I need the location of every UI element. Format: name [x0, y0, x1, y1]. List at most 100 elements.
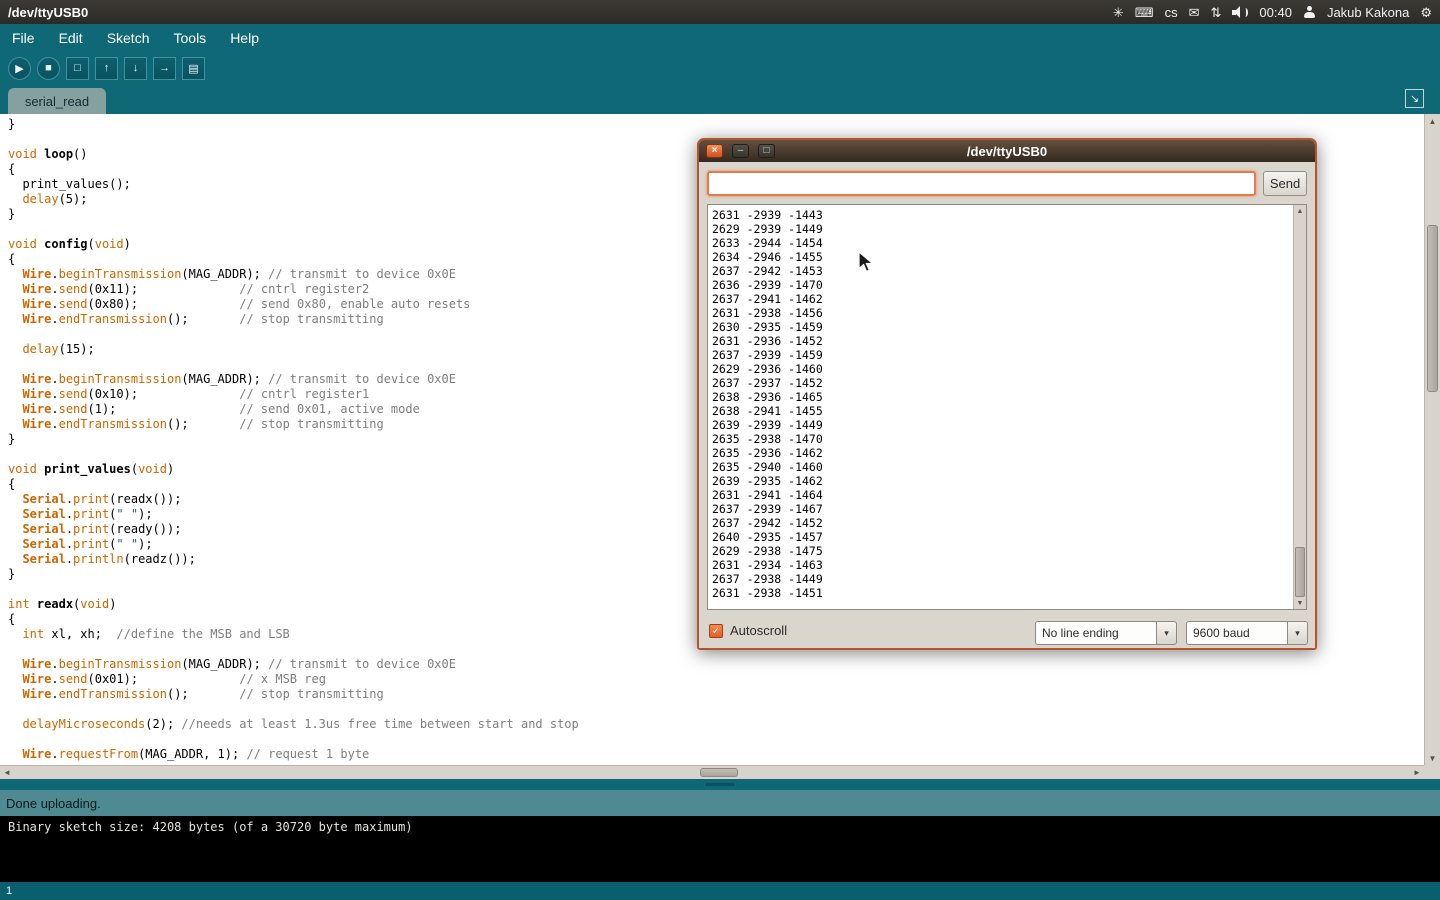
serial-monitor-window: /dev/ttyUSB0 × – □ Send 2631 -2939 -1443…	[697, 138, 1317, 650]
menu-item-sketch[interactable]: Sketch	[107, 30, 150, 46]
scrollbar-corner	[1424, 765, 1440, 779]
serial-output-line: 2637 -2942 -1453	[712, 264, 1306, 278]
autoscroll-checkbox[interactable]: ✓	[709, 624, 723, 638]
volume-icon[interactable]	[1232, 6, 1248, 19]
editor-vertical-scrollbar[interactable]: ▲ ▼	[1424, 114, 1440, 765]
menu-item-edit[interactable]: Edit	[59, 30, 83, 46]
serial-output-scrollbar[interactable]: ▲ ▼	[1293, 205, 1306, 609]
check-icon: ✓	[712, 626, 720, 637]
line-ending-value: No line ending	[1035, 621, 1156, 645]
code-line	[8, 732, 1424, 747]
code-line: }	[8, 117, 1424, 132]
line-number-bar: 1	[0, 882, 1440, 900]
clock[interactable]: 00:40	[1259, 6, 1292, 19]
save-sketch-button[interactable]: ↓	[124, 57, 147, 80]
serial-output-line: 2631 -2941 -1464	[712, 488, 1306, 502]
bluetooth-icon[interactable]: ✳	[1113, 6, 1124, 19]
close-button[interactable]: ×	[706, 144, 723, 158]
volume-icon-wave	[1243, 8, 1248, 17]
serial-output-line: 2640 -2935 -1457	[712, 530, 1306, 544]
serial-monitor-titlebar[interactable]: /dev/ttyUSB0 × – □	[699, 140, 1315, 162]
tab-menu-button[interactable]: ↘	[1405, 89, 1424, 108]
line-ending-select[interactable]: No line ending ▾	[1035, 621, 1177, 645]
splitter-handle[interactable]	[705, 783, 735, 786]
panel-indicators: ✳ ⌨ cs ✉ ⇅ 00:40 Jakub Kakona ⚙	[1113, 6, 1440, 19]
status-text: Done uploading.	[6, 796, 101, 811]
serial-output-line: 2631 -2938 -1451	[712, 586, 1306, 600]
serial-output-line: 2636 -2939 -1470	[712, 278, 1306, 292]
menu-item-file[interactable]: File	[12, 30, 35, 46]
serial-monitor-footer: ✓ Autoscroll No line ending ▾ 9600 baud …	[699, 618, 1315, 648]
code-line: Wire.endTransmission(); // stop transmit…	[8, 687, 1424, 702]
editor-hscroll-thumb[interactable]	[700, 768, 738, 777]
new-file-icon: □	[74, 62, 81, 74]
menubar-items: File Edit Sketch Tools Help	[0, 24, 1440, 52]
ide-header: File Edit Sketch Tools Help ▶ ■ □ ↑ ↓ → ▤ se…	[0, 24, 1440, 114]
scroll-left-arrow-icon[interactable]: ◄	[0, 766, 14, 779]
scroll-up-arrow-icon[interactable]: ▲	[1425, 114, 1440, 128]
editor-horizontal-scrollbar[interactable]: ◄ ►	[0, 765, 1424, 779]
console-splitter[interactable]	[0, 779, 1440, 790]
serial-output-line: 2635 -2938 -1470	[712, 432, 1306, 446]
upload-icon: →	[159, 62, 170, 74]
serial-output-line: 2630 -2935 -1459	[712, 320, 1306, 334]
tab-serial-read[interactable]: serial_read	[8, 88, 106, 114]
serial-output-line: 2637 -2939 -1467	[712, 502, 1306, 516]
console-output: Binary sketch size: 4208 bytes (of a 307…	[0, 816, 1440, 882]
chevron-down-icon: ▾	[1156, 621, 1177, 645]
serial-monitor-button[interactable]: ▤	[182, 57, 205, 80]
serial-output-lines[interactable]: 2631 -2939 -14432629 -2939 -14492633 -29…	[707, 204, 1307, 610]
maximize-button[interactable]: □	[758, 144, 775, 158]
scroll-down-arrow-icon[interactable]: ▼	[1294, 597, 1306, 609]
serial-scroll-thumb[interactable]	[1295, 547, 1305, 597]
status-bar: Done uploading.	[0, 790, 1440, 816]
upload-button[interactable]: →	[153, 57, 176, 80]
serial-output-line: 2637 -2939 -1459	[712, 348, 1306, 362]
minimize-button[interactable]: –	[732, 144, 749, 158]
serial-monitor-title: /dev/ttyUSB0	[699, 144, 1315, 159]
serial-output-line: 2635 -2936 -1462	[712, 446, 1306, 460]
chevron-down-icon: ▾	[1287, 621, 1308, 645]
serial-output-line: 2629 -2938 -1475	[712, 544, 1306, 558]
code-line: Wire.beginTransmission(MAG_ADDR); // tra…	[8, 657, 1424, 672]
mail-icon[interactable]: ✉	[1189, 6, 1200, 19]
serial-send-input[interactable]	[707, 171, 1256, 196]
menu-item-tools[interactable]: Tools	[174, 30, 207, 46]
serial-output-line: 2635 -2940 -1460	[712, 460, 1306, 474]
keyboard-layout-label[interactable]: cs	[1165, 6, 1178, 19]
menu-item-help[interactable]: Help	[230, 30, 259, 46]
editor-vscroll-thumb[interactable]	[1427, 225, 1438, 392]
scroll-up-arrow-icon[interactable]: ▲	[1294, 205, 1306, 217]
verify-button[interactable]: ▶	[8, 57, 31, 80]
serial-output-line: 2629 -2939 -1449	[712, 222, 1306, 236]
top-panel: /dev/ttyUSB0 ✳ ⌨ cs ✉ ⇅ 00:40 Jakub Kako…	[0, 0, 1440, 24]
stop-button[interactable]: ■	[37, 57, 60, 80]
scroll-down-arrow-icon[interactable]: ▼	[1425, 751, 1440, 765]
toolbar: ▶ ■ □ ↑ ↓ → ▤	[0, 52, 1440, 84]
serial-output-line: 2634 -2946 -1455	[712, 250, 1306, 264]
screen: /dev/ttyUSB0 ✳ ⌨ cs ✉ ⇅ 00:40 Jakub Kako…	[0, 0, 1440, 900]
send-button[interactable]: Send	[1263, 171, 1307, 196]
username[interactable]: Jakub Kakona	[1327, 6, 1409, 19]
serial-output-line: 2637 -2937 -1452	[712, 376, 1306, 390]
serial-output-line: 2638 -2936 -1465	[712, 390, 1306, 404]
serial-output-line: 2637 -2941 -1462	[712, 292, 1306, 306]
volume-icon-cone	[1234, 6, 1240, 18]
serial-output-line: 2631 -2938 -1456	[712, 306, 1306, 320]
keyboard-icon[interactable]: ⌨	[1135, 6, 1154, 19]
serial-output-line: 2629 -2936 -1460	[712, 362, 1306, 376]
serial-output-line: 2637 -2938 -1449	[712, 572, 1306, 586]
line-number: 1	[6, 885, 12, 897]
baud-rate-select[interactable]: 9600 baud ▾	[1186, 621, 1308, 645]
new-sketch-button[interactable]: □	[66, 57, 89, 80]
network-icon[interactable]: ⇅	[1210, 6, 1221, 19]
scroll-right-arrow-icon[interactable]: ►	[1410, 766, 1424, 779]
open-sketch-button[interactable]: ↑	[95, 57, 118, 80]
close-icon: ×	[712, 146, 718, 156]
gear-icon[interactable]: ⚙	[1420, 6, 1432, 19]
code-line: Wire.send(0x01); // x MSB reg	[8, 672, 1424, 687]
serial-output-line: 2637 -2942 -1452	[712, 516, 1306, 530]
console-text: Binary sketch size: 4208 bytes (of a 307…	[8, 820, 413, 834]
minimize-icon: –	[738, 146, 744, 156]
baud-rate-value: 9600 baud	[1186, 621, 1287, 645]
